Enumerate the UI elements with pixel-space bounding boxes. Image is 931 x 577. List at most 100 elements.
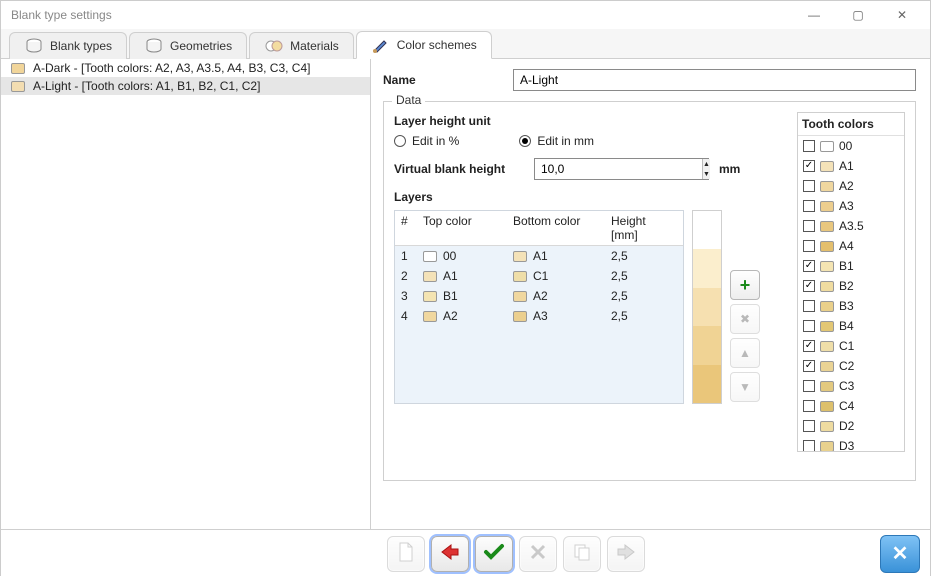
layer-row[interactable]: 4A2A32,5: [395, 306, 683, 326]
tab-geometries[interactable]: Geometries: [129, 32, 247, 59]
add-layer-button[interactable]: +: [730, 270, 760, 300]
maximize-button[interactable]: ▢: [836, 1, 880, 29]
tooth-color-row[interactable]: A1: [798, 156, 904, 176]
swatch-icon: [820, 141, 834, 152]
checkbox[interactable]: [803, 300, 815, 312]
swatch-icon: [11, 81, 25, 92]
tooth-colors-panel: Tooth colors 00A1A2A3A3.5A4B1B2B3B4C1C2C…: [797, 112, 905, 452]
radio-edit-percent[interactable]: Edit in %: [394, 134, 459, 148]
scheme-item[interactable]: A-Light - [Tooth colors: A1, B1, B2, C1,…: [1, 77, 370, 95]
spin-up-icon[interactable]: ▲: [703, 159, 710, 169]
tooth-color-row[interactable]: B4: [798, 316, 904, 336]
copy-button[interactable]: [563, 536, 601, 572]
back-button[interactable]: [431, 536, 469, 572]
move-up-button[interactable]: ▲: [730, 338, 760, 368]
tooth-color-label: B3: [839, 299, 854, 313]
copy-icon: [572, 542, 592, 565]
apply-button[interactable]: [475, 536, 513, 572]
tooth-color-row[interactable]: 00: [798, 136, 904, 156]
checkbox[interactable]: [803, 380, 815, 392]
tab-label: Geometries: [170, 39, 232, 53]
cell-height[interactable]: 2,5: [605, 286, 681, 306]
virtual-blank-height-input[interactable]: ▲ ▼: [534, 158, 709, 180]
cell-bottom-color[interactable]: A3: [507, 306, 605, 326]
checkbox[interactable]: [803, 360, 815, 372]
preview-segment: [693, 211, 721, 249]
checkbox[interactable]: [803, 240, 815, 252]
checkbox[interactable]: [803, 140, 815, 152]
tooth-color-label: A1: [839, 159, 854, 173]
cell-height[interactable]: 2,5: [605, 246, 681, 266]
cell-bottom-color[interactable]: A2: [507, 286, 605, 306]
layer-row[interactable]: 3B1A22,5: [395, 286, 683, 306]
vbh-field[interactable]: [535, 159, 702, 179]
tab-color-schemes[interactable]: Color schemes: [356, 31, 492, 59]
checkbox[interactable]: [803, 260, 815, 272]
delete-layer-button[interactable]: ✖: [730, 304, 760, 334]
swatch-icon: [11, 63, 25, 74]
checkbox[interactable]: [803, 340, 815, 352]
move-down-button[interactable]: ▼: [730, 372, 760, 402]
new-button[interactable]: [387, 536, 425, 572]
tooth-color-row[interactable]: C1: [798, 336, 904, 356]
x-icon: [529, 543, 547, 564]
checkbox[interactable]: [803, 180, 815, 192]
tab-blank-types[interactable]: Blank types: [9, 32, 127, 59]
tooth-color-row[interactable]: D3: [798, 436, 904, 451]
checkbox[interactable]: [803, 160, 815, 172]
radio-edit-mm[interactable]: Edit in mm: [519, 134, 594, 148]
client-area: A-Dark - [Tooth colors: A2, A3, A3.5, A4…: [1, 59, 930, 529]
swatch-icon: [820, 281, 834, 292]
tooth-color-row[interactable]: C4: [798, 396, 904, 416]
tooth-color-row[interactable]: C3: [798, 376, 904, 396]
tooth-color-row[interactable]: A3: [798, 196, 904, 216]
cell-bottom-color[interactable]: C1: [507, 266, 605, 286]
close-button[interactable]: ✕: [880, 1, 924, 29]
name-label: Name: [383, 73, 503, 87]
cell-bottom-color[interactable]: A1: [507, 246, 605, 266]
tooth-colors-list[interactable]: 00A1A2A3A3.5A4B1B2B3B4C1C2C3C4D2D3D4: [798, 136, 904, 451]
plus-icon: +: [740, 275, 751, 296]
tooth-color-row[interactable]: A4: [798, 236, 904, 256]
cell-top-color[interactable]: A1: [417, 266, 507, 286]
minimize-button[interactable]: —: [792, 1, 836, 29]
close-dialog-button[interactable]: ✕: [880, 535, 920, 573]
tooth-color-row[interactable]: D2: [798, 416, 904, 436]
swatch-icon: [820, 361, 834, 372]
cell-top-color[interactable]: B1: [417, 286, 507, 306]
radio-dot-icon: [394, 135, 406, 147]
cell-height[interactable]: 2,5: [605, 306, 681, 326]
tooth-color-row[interactable]: B3: [798, 296, 904, 316]
arrow-right-icon: [615, 543, 637, 564]
tooth-color-row[interactable]: A3.5: [798, 216, 904, 236]
swatch-icon: [820, 261, 834, 272]
tooth-color-row[interactable]: C2: [798, 356, 904, 376]
scheme-item[interactable]: A-Dark - [Tooth colors: A2, A3, A3.5, A4…: [1, 59, 370, 77]
cell-top-color[interactable]: A2: [417, 306, 507, 326]
virtual-blank-height-label: Virtual blank height: [394, 162, 524, 176]
tooth-color-row[interactable]: B1: [798, 256, 904, 276]
tab-materials[interactable]: Materials: [249, 32, 354, 59]
forward-button[interactable]: [607, 536, 645, 572]
cell-top-color[interactable]: 00: [417, 246, 507, 266]
cell-index: 3: [395, 286, 417, 306]
tooth-color-row[interactable]: A2: [798, 176, 904, 196]
checkbox[interactable]: [803, 220, 815, 232]
checkbox[interactable]: [803, 280, 815, 292]
tooth-color-label: C2: [839, 359, 854, 373]
delete-button[interactable]: [519, 536, 557, 572]
checkbox[interactable]: [803, 440, 815, 451]
gradient-preview: [692, 210, 722, 404]
spin-down-icon[interactable]: ▼: [703, 169, 710, 179]
swatch-icon: [820, 161, 834, 172]
checkbox[interactable]: [803, 200, 815, 212]
checkbox[interactable]: [803, 320, 815, 332]
layers-table[interactable]: # Top color Bottom color Height [mm] 100…: [394, 210, 684, 404]
name-input[interactable]: [513, 69, 916, 91]
layer-row[interactable]: 100A12,5: [395, 246, 683, 266]
cell-height[interactable]: 2,5: [605, 266, 681, 286]
tooth-color-row[interactable]: B2: [798, 276, 904, 296]
checkbox[interactable]: [803, 400, 815, 412]
checkbox[interactable]: [803, 420, 815, 432]
layer-row[interactable]: 2A1C12,5: [395, 266, 683, 286]
